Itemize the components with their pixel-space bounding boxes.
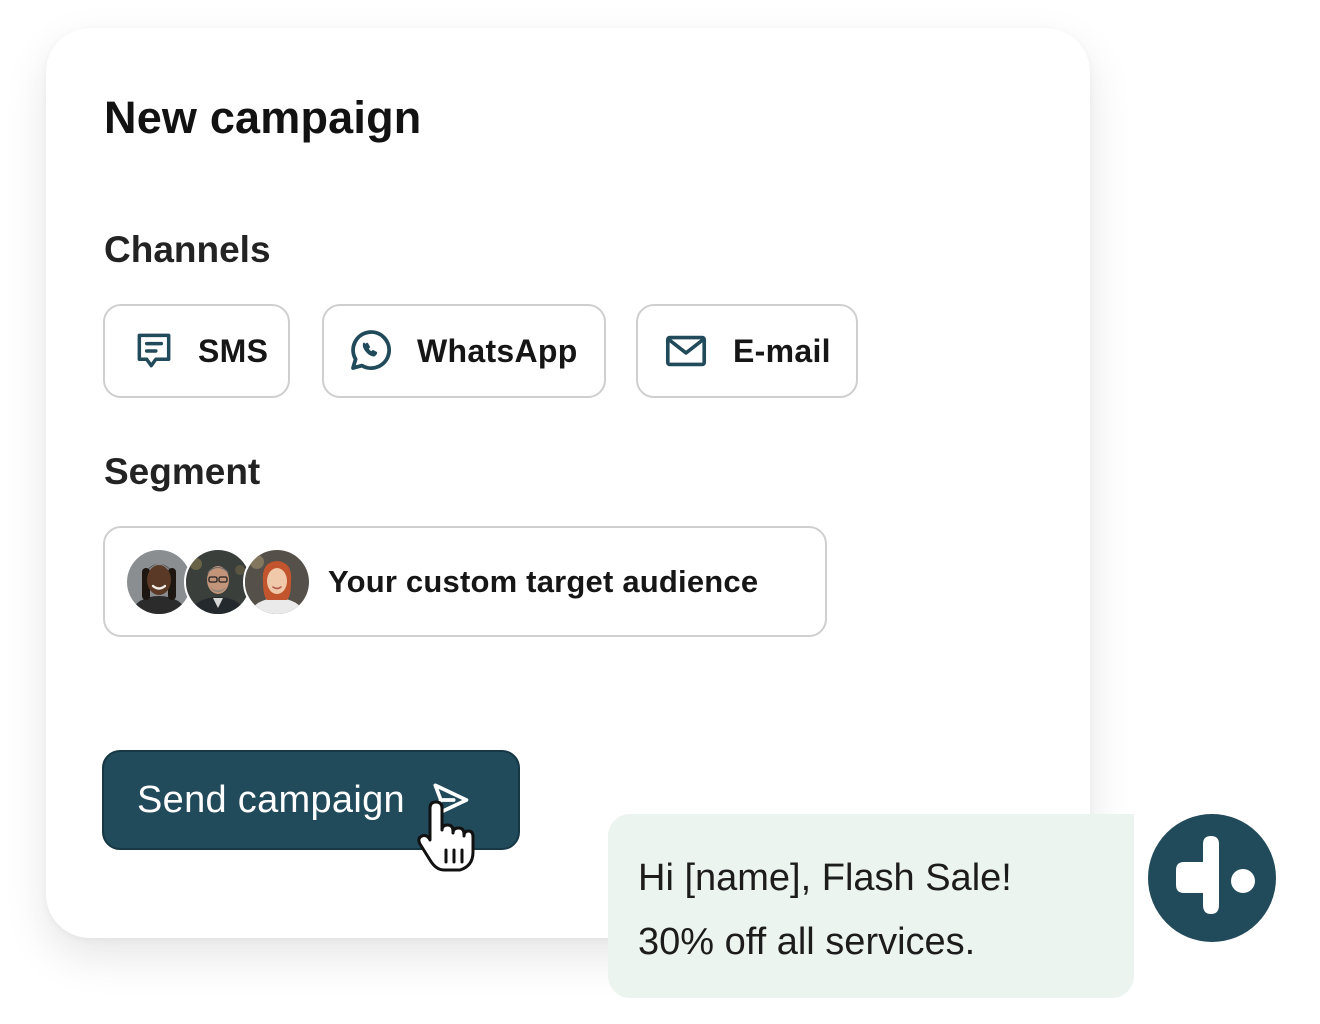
segment-label: Segment <box>104 451 261 492</box>
avatar-woman-red-hair <box>243 547 311 616</box>
segment-selector[interactable]: Your custom target audience <box>103 526 827 637</box>
channels-label: Channels <box>104 229 271 270</box>
avatar-man-dreadlocks <box>125 547 193 616</box>
channel-email-button[interactable]: E-mail <box>636 304 858 398</box>
whatsapp-icon <box>346 327 394 375</box>
message-preview-bubble: Hi [name], Flash Sale! 30% off all servi… <box>608 814 1134 998</box>
channel-sms-button[interactable]: SMS <box>103 304 290 398</box>
email-envelope-icon <box>662 327 710 375</box>
avatar-group <box>125 547 311 616</box>
hand-pointer-cursor-icon <box>417 800 475 872</box>
message-line-1: Hi [name], Flash Sale! <box>638 857 1012 899</box>
sms-message-icon <box>130 327 178 375</box>
send-campaign-label: Send campaign <box>137 778 405 821</box>
avatar-man-glasses <box>184 547 252 616</box>
page-title: New campaign <box>104 92 422 143</box>
channel-email-label: E-mail <box>733 332 831 369</box>
channel-sms-label: SMS <box>198 332 269 369</box>
brand-logo-icon <box>1148 814 1276 942</box>
channel-whatsapp-label: WhatsApp <box>417 332 578 369</box>
channel-whatsapp-button[interactable]: WhatsApp <box>322 304 606 398</box>
message-line-2: 30% off all services. <box>638 921 976 963</box>
segment-audience-label: Your custom target audience <box>328 563 759 599</box>
